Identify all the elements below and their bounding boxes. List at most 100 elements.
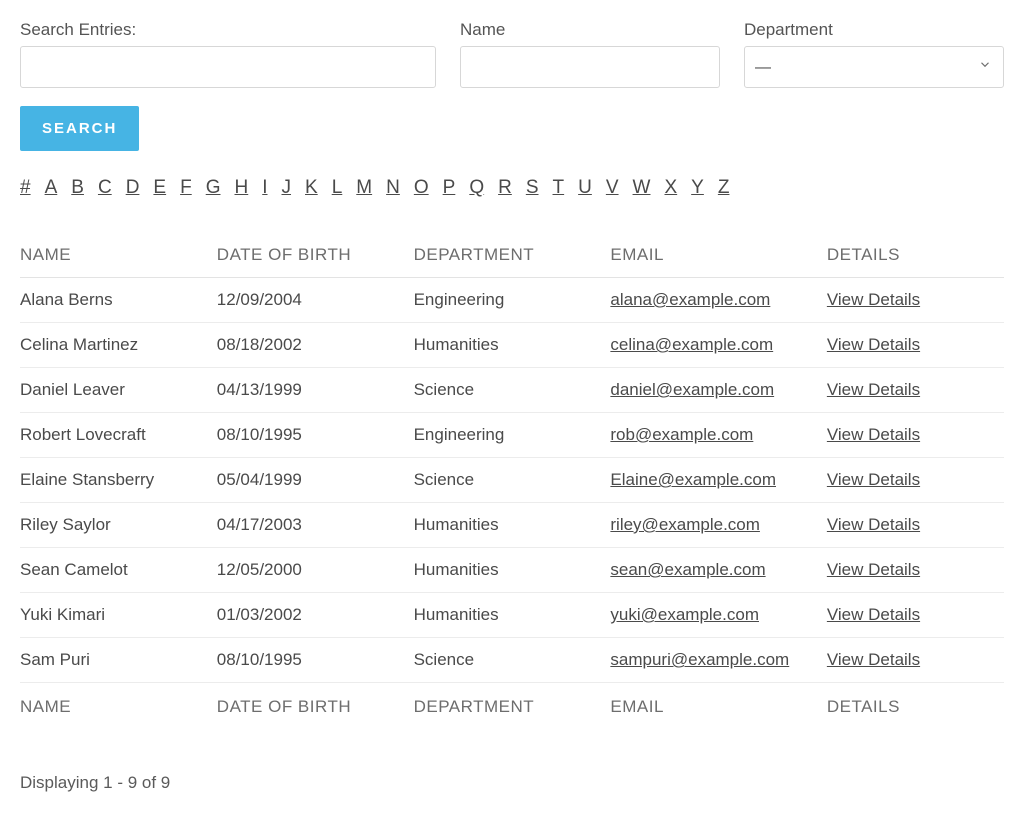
alpha-link[interactable]: Q — [469, 177, 484, 199]
view-details-link[interactable]: View Details — [827, 470, 920, 489]
email-link[interactable]: sampuri@example.com — [610, 650, 789, 669]
view-details-link[interactable]: View Details — [827, 380, 920, 399]
cell-department: Humanities — [414, 548, 611, 593]
cell-name: Daniel Leaver — [20, 368, 217, 413]
view-details-link[interactable]: View Details — [827, 560, 920, 579]
cell-department: Humanities — [414, 503, 611, 548]
table-row: Elaine Stansberry05/04/1999ScienceElaine… — [20, 458, 1004, 503]
cell-email: daniel@example.com — [610, 368, 826, 413]
cell-email: alana@example.com — [610, 278, 826, 323]
table-header-row: NAME DATE OF BIRTH DEPARTMENT EMAIL DETA… — [20, 233, 1004, 278]
alpha-link[interactable]: I — [262, 177, 267, 199]
alpha-link[interactable]: Y — [691, 177, 704, 199]
alpha-link[interactable]: P — [443, 177, 456, 199]
alpha-link[interactable]: S — [526, 177, 539, 199]
alpha-link[interactable]: N — [386, 177, 400, 199]
cell-name: Elaine Stansberry — [20, 458, 217, 503]
view-details-link[interactable]: View Details — [827, 335, 920, 354]
cell-dob: 08/18/2002 — [217, 323, 414, 368]
email-link[interactable]: rob@example.com — [610, 425, 753, 444]
cell-dob: 04/17/2003 — [217, 503, 414, 548]
col-header-department: DEPARTMENT — [414, 233, 611, 278]
email-link[interactable]: sean@example.com — [610, 560, 765, 579]
email-link[interactable]: Elaine@example.com — [610, 470, 776, 489]
cell-details: View Details — [827, 548, 1004, 593]
view-details-link[interactable]: View Details — [827, 650, 920, 669]
alpha-link[interactable]: L — [332, 177, 343, 199]
cell-details: View Details — [827, 458, 1004, 503]
alpha-link[interactable]: X — [664, 177, 677, 199]
email-link[interactable]: alana@example.com — [610, 290, 770, 309]
table-footer-row: NAME DATE OF BIRTH DEPARTMENT EMAIL DETA… — [20, 683, 1004, 730]
alpha-link[interactable]: U — [578, 177, 592, 199]
table-row: Riley Saylor04/17/2003Humanitiesriley@ex… — [20, 503, 1004, 548]
alpha-link[interactable]: C — [98, 177, 112, 199]
cell-details: View Details — [827, 638, 1004, 683]
col-header-details: DETAILS — [827, 233, 1004, 278]
alpha-link[interactable]: G — [206, 177, 221, 199]
alpha-link[interactable]: T — [553, 177, 565, 199]
search-button[interactable]: SEARCH — [20, 106, 139, 151]
cell-dob: 08/10/1995 — [217, 413, 414, 458]
alpha-link[interactable]: H — [235, 177, 249, 199]
cell-department: Science — [414, 638, 611, 683]
email-link[interactable]: celina@example.com — [610, 335, 773, 354]
email-link[interactable]: yuki@example.com — [610, 605, 759, 624]
filter-name: Name — [460, 20, 720, 88]
col-header-dob: DATE OF BIRTH — [217, 233, 414, 278]
col-footer-name: NAME — [20, 683, 217, 730]
col-footer-dob: DATE OF BIRTH — [217, 683, 414, 730]
cell-details: View Details — [827, 323, 1004, 368]
department-select[interactable]: — — [744, 46, 1004, 88]
alpha-link[interactable]: A — [45, 177, 58, 199]
cell-department: Humanities — [414, 593, 611, 638]
col-footer-department: DEPARTMENT — [414, 683, 611, 730]
cell-department: Science — [414, 368, 611, 413]
cell-department: Humanities — [414, 323, 611, 368]
email-link[interactable]: daniel@example.com — [610, 380, 774, 399]
cell-email: celina@example.com — [610, 323, 826, 368]
alpha-nav: # ABCDEFGHIJKLMNOPQRSTUVWXYZ — [20, 177, 1004, 199]
cell-email: rob@example.com — [610, 413, 826, 458]
alpha-link[interactable]: M — [356, 177, 372, 199]
alpha-link[interactable]: D — [126, 177, 140, 199]
alpha-link[interactable]: O — [414, 177, 429, 199]
alpha-link[interactable]: J — [282, 177, 292, 199]
cell-department: Engineering — [414, 413, 611, 458]
cell-dob: 05/04/1999 — [217, 458, 414, 503]
alpha-link[interactable]: V — [606, 177, 619, 199]
alpha-link[interactable]: K — [305, 177, 318, 199]
alpha-link[interactable]: W — [633, 177, 651, 199]
table-row: Sam Puri08/10/1995Sciencesampuri@example… — [20, 638, 1004, 683]
cell-dob: 08/10/1995 — [217, 638, 414, 683]
alpha-link[interactable]: R — [498, 177, 512, 199]
filter-search: Search Entries: — [20, 20, 436, 88]
col-footer-details: DETAILS — [827, 683, 1004, 730]
cell-details: View Details — [827, 413, 1004, 458]
view-details-link[interactable]: View Details — [827, 605, 920, 624]
name-label: Name — [460, 20, 720, 40]
cell-dob: 12/05/2000 — [217, 548, 414, 593]
name-input[interactable] — [460, 46, 720, 88]
view-details-link[interactable]: View Details — [827, 290, 920, 309]
alpha-link[interactable]: Z — [718, 177, 730, 199]
cell-email: sean@example.com — [610, 548, 826, 593]
table-row: Daniel Leaver04/13/1999Sciencedaniel@exa… — [20, 368, 1004, 413]
alpha-link[interactable]: F — [180, 177, 192, 199]
table-row: Alana Berns12/09/2004Engineeringalana@ex… — [20, 278, 1004, 323]
alpha-link[interactable]: B — [71, 177, 84, 199]
alpha-link[interactable]: E — [153, 177, 166, 199]
view-details-link[interactable]: View Details — [827, 425, 920, 444]
search-input[interactable] — [20, 46, 436, 88]
view-details-link[interactable]: View Details — [827, 515, 920, 534]
email-link[interactable]: riley@example.com — [610, 515, 760, 534]
alpha-link[interactable]: # — [20, 177, 31, 199]
cell-dob: 04/13/1999 — [217, 368, 414, 413]
filter-bar: Search Entries: Name Department — — [20, 0, 1004, 88]
cell-dob: 12/09/2004 — [217, 278, 414, 323]
search-label: Search Entries: — [20, 20, 436, 40]
cell-department: Engineering — [414, 278, 611, 323]
col-footer-email: EMAIL — [610, 683, 826, 730]
col-header-name: NAME — [20, 233, 217, 278]
cell-details: View Details — [827, 368, 1004, 413]
